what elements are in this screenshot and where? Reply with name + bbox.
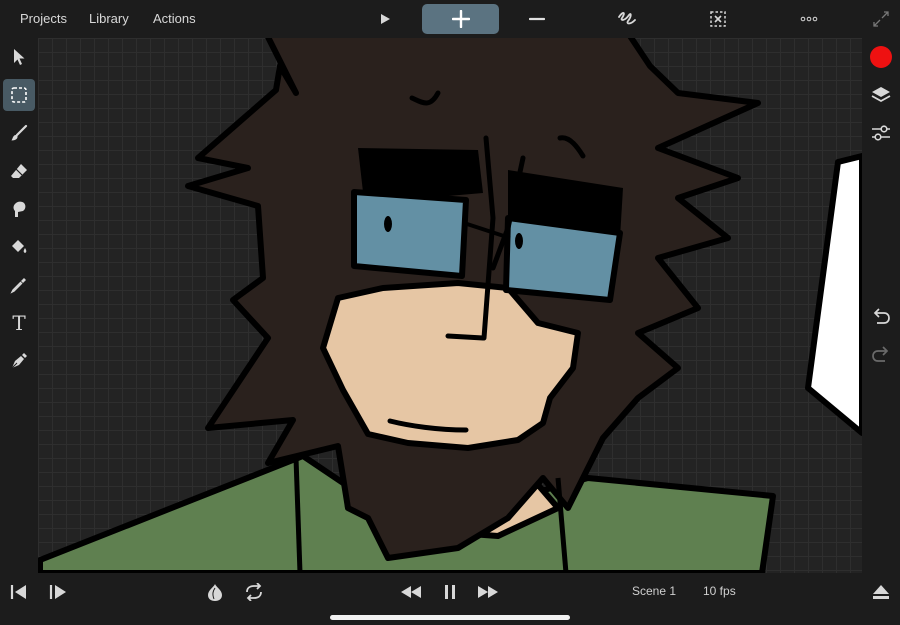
drawing-canvas[interactable] (38, 38, 862, 573)
top-toolbar: Projects Library Actions (0, 0, 900, 38)
scene-label[interactable]: Scene 1 (632, 584, 676, 598)
tool-sidebar: T (0, 38, 38, 573)
layers-icon[interactable] (866, 80, 896, 110)
sliders-icon[interactable] (866, 118, 896, 148)
minus-icon[interactable] (524, 6, 550, 32)
eye-right (515, 233, 523, 249)
pen-icon[interactable] (3, 345, 35, 377)
playback-bar: Scene 1 10 fps (0, 573, 900, 625)
library-menu[interactable]: Library (89, 11, 129, 26)
color-swatch[interactable] (866, 42, 896, 72)
next-frame-icon[interactable] (45, 581, 71, 603)
eye-left (384, 216, 392, 232)
eraser-icon[interactable] (3, 155, 35, 187)
fast-forward-icon[interactable] (475, 581, 501, 603)
right-sidebar (862, 38, 900, 573)
pause-icon[interactable] (437, 581, 463, 603)
undo-icon[interactable] (866, 302, 896, 332)
eyedropper-icon[interactable] (3, 269, 35, 301)
loop-icon[interactable] (241, 581, 267, 603)
plus-icon (451, 10, 470, 28)
current-color-dot (870, 46, 892, 68)
character-artwork (38, 38, 862, 573)
lens-right (503, 215, 623, 303)
fps-label[interactable]: 10 fps (703, 584, 736, 598)
previous-frame-icon[interactable] (6, 581, 32, 603)
scribble-icon[interactable] (614, 6, 640, 32)
smudge-icon[interactable] (3, 193, 35, 225)
rewind-icon[interactable] (398, 581, 424, 603)
select-arrow-icon[interactable] (3, 41, 35, 73)
clear-frame-icon[interactable] (705, 6, 731, 32)
expand-icon[interactable] (868, 6, 894, 32)
onion-skin-icon[interactable] (202, 581, 228, 603)
nose-line (445, 333, 486, 341)
brush-icon[interactable] (3, 117, 35, 149)
play-icon[interactable] (372, 6, 398, 32)
fill-bucket-icon[interactable] (3, 231, 35, 263)
more-icon[interactable] (796, 6, 822, 32)
actions-menu[interactable]: Actions (153, 11, 196, 26)
home-indicator (330, 615, 570, 620)
redo-icon[interactable] (866, 340, 896, 370)
lens-left (351, 189, 469, 279)
text-tool-icon[interactable]: T (3, 307, 35, 339)
add-frame-button[interactable] (422, 4, 499, 34)
eject-timeline-icon[interactable] (868, 581, 894, 603)
text-tool-glyph: T (12, 311, 26, 335)
speech-bubble-shape (805, 153, 862, 436)
lasso-select-icon[interactable] (3, 79, 35, 111)
glasses-frame-left (358, 148, 483, 196)
projects-menu[interactable]: Projects (20, 11, 67, 26)
